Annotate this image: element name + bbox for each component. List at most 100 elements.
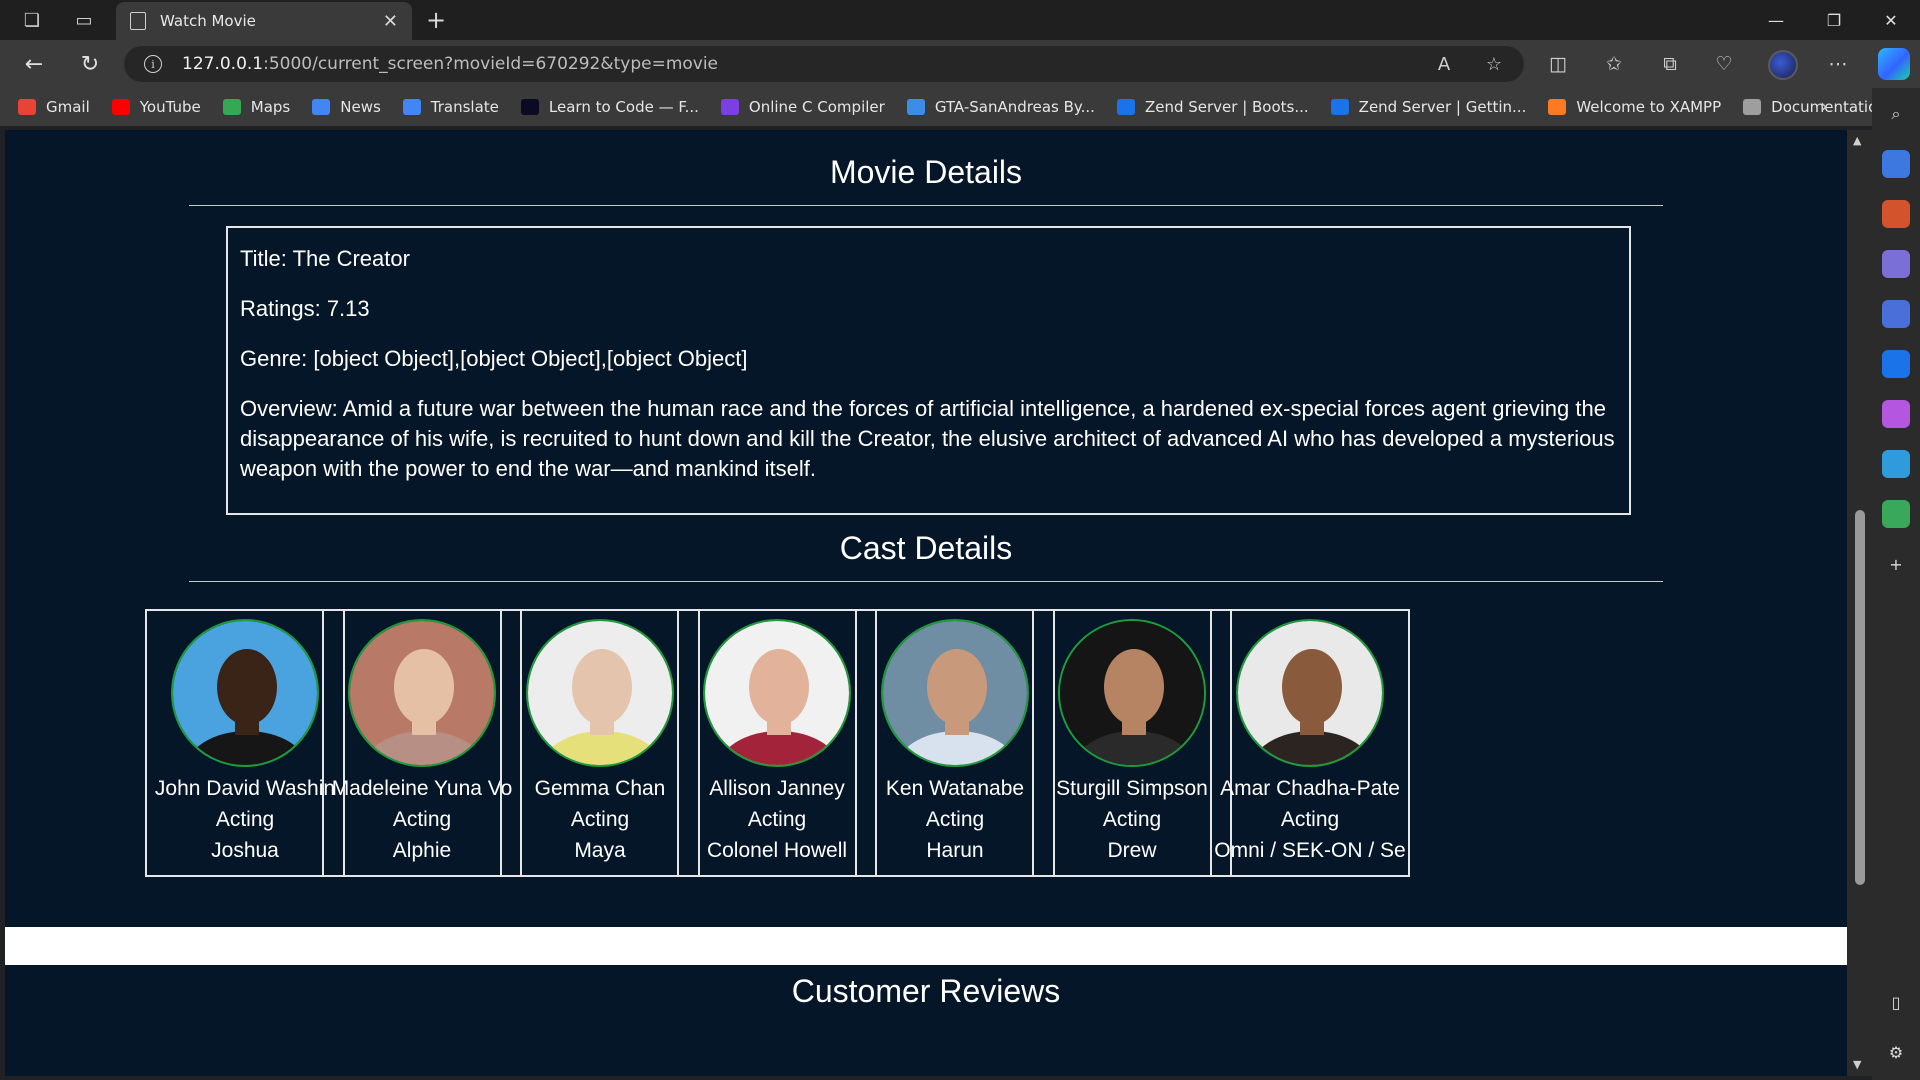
cast-character: Colonel Howell <box>706 839 848 862</box>
bookmarks-overflow-chevron-icon[interactable]: › <box>1820 94 1828 118</box>
movie-details-box: Title: The Creator Ratings: 7.13 Genre: … <box>226 226 1631 515</box>
collections-icon[interactable]: ⧉ <box>1652 48 1688 80</box>
movie-genre: Genre: [object Object],[object Object],[… <box>240 346 748 371</box>
cast-card: Madeleine Yuna Vo Acting Alphie <box>322 609 522 877</box>
bookmark-label: Gmail <box>46 98 90 116</box>
customer-reviews-heading: Customer Reviews <box>791 973 1061 1009</box>
bookmark-favicon-icon <box>402 99 421 115</box>
send-icon[interactable] <box>1882 450 1910 478</box>
cast-name: John David Washin <box>154 777 336 800</box>
bookmark-item[interactable]: Welcome to XAMPP <box>1548 98 1721 116</box>
cast-photo <box>1058 619 1206 767</box>
bookmark-item[interactable]: Maps <box>222 98 290 116</box>
page-viewport: Movie Details Title: The Creator Ratings… <box>5 130 1847 1076</box>
cast-department: Acting <box>392 808 452 831</box>
cast-photo <box>348 619 496 767</box>
bookmark-favicon-icon <box>18 99 36 115</box>
favorites-icon[interactable]: ✩ <box>1596 48 1632 80</box>
bookmark-label: Zend Server | Boots... <box>1144 98 1309 116</box>
bookmark-item[interactable]: GTA-SanAndreas By... <box>906 98 1095 116</box>
customer-reviews-section: Customer Reviews <box>5 965 1847 1076</box>
tools-briefcase-icon[interactable] <box>1882 200 1910 228</box>
close-window-button[interactable]: ✕ <box>1862 0 1920 40</box>
cast-card: Ken Watanabe Acting Harun <box>855 609 1055 877</box>
browser-toolbar: ← ↻ i 127.0.0.1 :5000/current_screen?mov… <box>0 40 1920 88</box>
scroll-up-icon[interactable]: ▲ <box>1853 134 1861 147</box>
bookmark-favicon-icon <box>720 99 739 115</box>
address-bar[interactable]: i 127.0.0.1 :5000/current_screen?movieId… <box>124 46 1524 82</box>
bookmark-label: YouTube <box>139 98 201 116</box>
cast-photo <box>1236 619 1384 767</box>
bookmark-favicon-icon <box>312 99 331 115</box>
add-sidebar-item-icon[interactable]: + <box>1882 550 1910 578</box>
edge-sidebar: ⌕ + ▯ ⚙ <box>1872 88 1920 1080</box>
bookmark-favicon-icon <box>1330 99 1349 115</box>
profile-avatar[interactable] <box>1768 50 1798 80</box>
workspaces-icon[interactable]: ❏ <box>12 4 52 36</box>
cast-department: Acting <box>747 808 807 831</box>
settings-gear-icon[interactable]: ⚙ <box>1882 1038 1910 1066</box>
bookmark-item[interactable]: YouTube <box>111 98 201 116</box>
bookmark-item[interactable]: News <box>312 98 381 116</box>
bookmark-item[interactable]: Online C Compiler <box>720 98 885 116</box>
page-scrollbar[interactable]: ▲ ▼ <box>1847 130 1872 1076</box>
bookmark-item[interactable]: Gmail <box>18 98 90 116</box>
copilot-icon[interactable] <box>1878 48 1910 80</box>
scroll-down-icon[interactable]: ▼ <box>1853 1058 1861 1071</box>
bookmark-label: Welcome to XAMPP <box>1576 98 1722 116</box>
cast-department: Acting <box>570 808 630 831</box>
minimize-button[interactable]: — <box>1747 0 1805 40</box>
bookmark-favicon-icon <box>1743 99 1762 115</box>
cast-details-divider <box>189 581 1663 582</box>
cast-department: Acting <box>1102 808 1162 831</box>
bookmark-favicon-icon <box>1548 99 1567 115</box>
bookmark-item[interactable]: Translate <box>402 98 499 116</box>
tree-icon[interactable] <box>1882 500 1910 528</box>
cast-department: Acting <box>1280 808 1340 831</box>
scrollbar-thumb[interactable] <box>1855 510 1865 885</box>
movie-details-divider <box>189 205 1663 206</box>
movie-ratings: Ratings: 7.13 <box>240 296 370 321</box>
bookmark-label: GTA-SanAndreas By... <box>934 98 1095 116</box>
url-path: :5000/current_screen?movieId=670292&type… <box>263 54 719 74</box>
cast-name: Amar Chadha-Pate <box>1220 777 1400 800</box>
read-aloud-icon[interactable]: A <box>1428 48 1460 80</box>
back-icon[interactable]: ← <box>16 48 52 80</box>
new-tab-button[interactable]: + <box>420 4 452 36</box>
movie-title: Title: The Creator <box>240 246 410 271</box>
refresh-icon[interactable]: ↻ <box>72 48 108 80</box>
bookmark-label: News <box>340 98 381 116</box>
page-icon <box>130 12 146 30</box>
cast-photo <box>526 619 674 767</box>
tab-watch-movie[interactable]: Watch Movie ✕ <box>116 2 412 40</box>
designer-icon[interactable] <box>1882 400 1910 428</box>
browser-essentials-icon[interactable]: ♡ <box>1706 48 1742 80</box>
close-tab-icon[interactable]: ✕ <box>383 11 398 32</box>
tab-actions-icon[interactable]: ▭ <box>64 4 104 36</box>
search-icon[interactable]: ⌕ <box>1882 100 1910 128</box>
bookmark-label: Learn to Code — F... <box>548 98 699 116</box>
bookmark-favicon-icon <box>906 99 925 115</box>
cast-photo <box>881 619 1029 767</box>
cast-name: Gemma Chan <box>534 777 666 800</box>
cast-name: Madeleine Yuna Vo <box>331 777 513 800</box>
favorite-star-icon[interactable]: ☆ <box>1478 48 1510 80</box>
copilot-sidebar-icon[interactable] <box>1882 300 1910 328</box>
outlook-icon[interactable] <box>1882 350 1910 378</box>
sidebar-toggle-icon[interactable]: ▯ <box>1882 988 1910 1016</box>
more-options-icon[interactable]: ⋯ <box>1820 48 1856 80</box>
bookmark-label: Zend Server | Gettin... <box>1358 98 1527 116</box>
cast-details-heading: Cast Details <box>839 530 1013 566</box>
site-info-icon[interactable]: i <box>144 55 162 73</box>
bookmark-item[interactable]: Learn to Code — F... <box>520 98 699 116</box>
bookmarks-bar: Gmail YouTube Maps News Translate Learn to Co… <box>0 88 1920 126</box>
split-screen-icon[interactable]: ◫ <box>1540 48 1576 80</box>
cast-card: Gemma Chan Acting Maya <box>500 609 700 877</box>
shopping-tag-icon[interactable] <box>1882 150 1910 178</box>
cast-card: Amar Chadha-Pate Acting Omni / SEK-ON / Se <box>1210 609 1410 877</box>
games-icon[interactable] <box>1882 250 1910 278</box>
bookmark-item[interactable]: Zend Server | Gettin... <box>1330 98 1527 116</box>
restore-button[interactable]: ❐ <box>1805 0 1863 40</box>
bookmark-item[interactable]: Zend Server | Boots... <box>1116 98 1309 116</box>
cast-name: Allison Janney <box>709 777 845 800</box>
